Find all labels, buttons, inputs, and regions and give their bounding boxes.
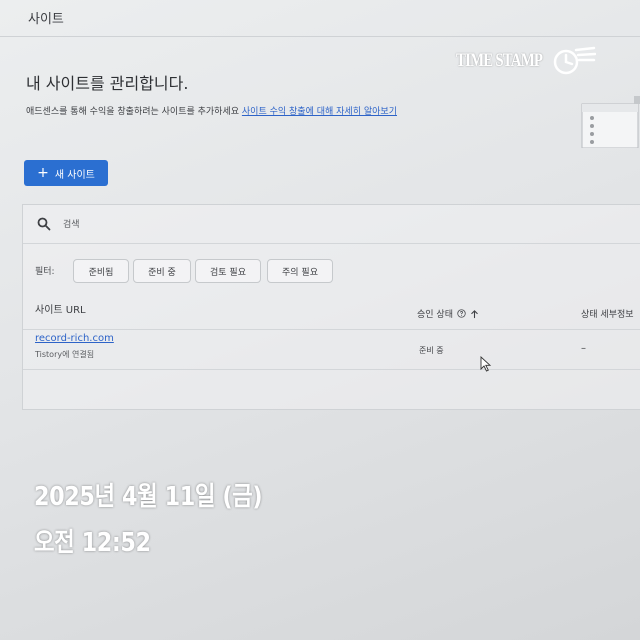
site-connection-text: Tistory에 연결됨 (35, 350, 95, 359)
status-detail-value: – (581, 343, 586, 354)
screen: 사이트 내 사이트를 관리합니다. 애드센스를 통해 수익을 창출하려는 사이트… (0, 0, 640, 640)
filter-chip-needs-review[interactable]: 검토 필요 (195, 259, 261, 283)
column-approval-status[interactable]: 승인 상태 (417, 307, 479, 320)
filter-chip-preparing[interactable]: 준비 중 (133, 259, 191, 283)
mouse-pointer-icon (480, 356, 492, 372)
time-stamp-label: TIME STAMP (456, 50, 543, 71)
new-site-label: 새 사이트 (54, 169, 95, 181)
table-header: 사이트 URL 승인 상태 상태 세부정보 (23, 293, 640, 330)
sites-card: 필터: 준비됨 준비 중 검토 필요 주의 필요 사이트 URL 승인 상태 상… (22, 204, 640, 410)
page-description: 애드센스를 통해 수익을 창출하려는 사이트를 추가하세요 사이트 수익 창출에… (26, 104, 397, 117)
column-status-details[interactable]: 상태 세부정보 (581, 307, 634, 320)
overlay-time: 오전 12:52 (34, 528, 151, 558)
search-input[interactable] (61, 215, 265, 235)
new-site-button[interactable]: + 새 사이트 (24, 160, 108, 186)
filter-label: 필터: (35, 267, 55, 277)
plus-icon: + (37, 165, 49, 181)
clock-icon (553, 46, 596, 75)
help-circle-icon[interactable] (457, 309, 466, 318)
top-bar: 사이트 (0, 0, 640, 37)
learn-more-link[interactable]: 사이트 수익 창출에 대해 자세히 알아보기 (242, 107, 397, 117)
filter-chip-needs-attention[interactable]: 주의 필요 (267, 259, 333, 283)
overlay-date: 2025년 4월 11일 (금) (34, 482, 263, 512)
column-site-url[interactable]: 사이트 URL (35, 301, 86, 316)
header-title: 사이트 (28, 12, 64, 27)
server-illustration (581, 96, 640, 148)
filter-chip-ready[interactable]: 준비됨 (73, 259, 129, 283)
search-bar (23, 205, 640, 244)
filter-row: 필터: 준비됨 준비 중 검토 필요 주의 필요 (23, 255, 640, 285)
column-approval-status-label: 승인 상태 (417, 310, 453, 320)
table-row: record-rich.com Tistory에 연결됨 준비 중 – (23, 329, 640, 370)
site-url-link[interactable]: record-rich.com (35, 333, 114, 344)
approval-status-value: 준비 중 (419, 346, 444, 355)
search-icon (37, 217, 51, 231)
description-text: 애드센스를 통해 수익을 창출하려는 사이트를 추가하세요 (26, 107, 240, 117)
arrow-up-icon[interactable] (470, 309, 479, 319)
page-title: 내 사이트를 관리합니다. (26, 74, 189, 93)
